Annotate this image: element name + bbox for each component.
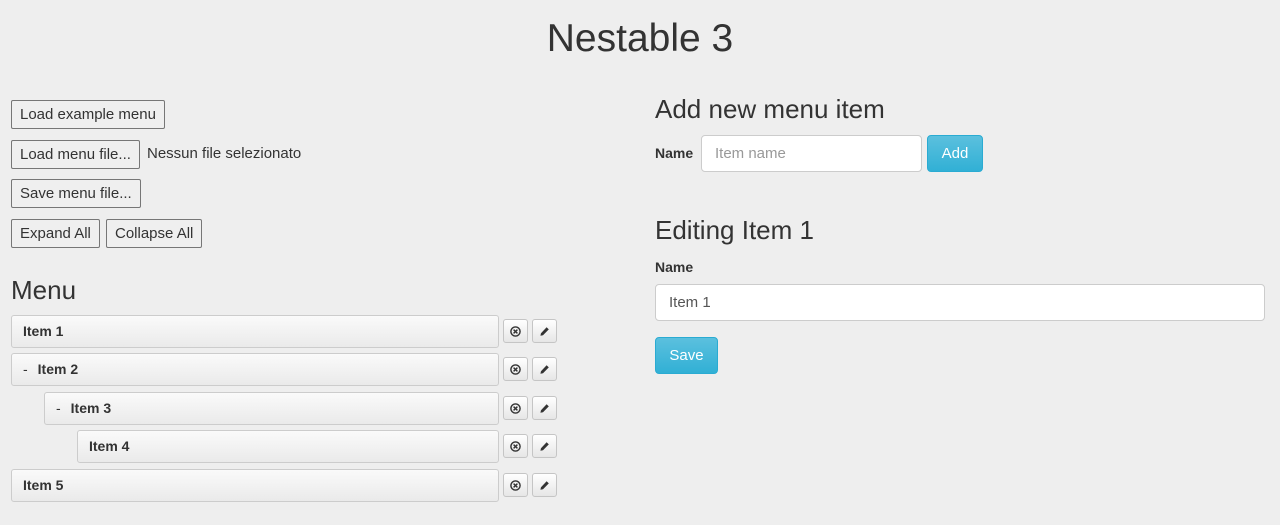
menu-item-label: Item 5 <box>23 477 64 493</box>
menu-item-label: Item 1 <box>23 323 64 339</box>
edit-item-button[interactable] <box>532 396 557 420</box>
page-title: Nestable 3 <box>546 17 734 60</box>
edit-item-button[interactable] <box>532 319 557 343</box>
edit-name-label: Name <box>655 259 694 275</box>
pencil-icon <box>539 326 550 337</box>
menu-item: Item 1 <box>0 315 560 348</box>
remove-circle-icon <box>510 363 521 375</box>
edit-item-button[interactable] <box>532 434 557 458</box>
edit-item-button[interactable] <box>532 357 557 381</box>
menu-item-handle[interactable]: - Item 2 <box>11 353 499 386</box>
add-item-heading: Add new menu item <box>655 94 885 124</box>
menu-item-handle[interactable]: Item 5 <box>11 469 499 502</box>
expand-all-button[interactable]: Expand All <box>11 219 100 248</box>
save-menu-file-button[interactable]: Save menu file... <box>11 179 141 208</box>
menu-item: - Item 2 <box>0 353 560 386</box>
remove-circle-icon <box>510 325 521 337</box>
remove-item-button[interactable] <box>503 319 528 343</box>
load-menu-file-button[interactable]: Load menu file... <box>11 140 140 169</box>
collapse-all-button[interactable]: Collapse All <box>106 219 203 248</box>
add-item-name-input[interactable] <box>701 135 922 172</box>
menu-item: - Item 3 <box>0 392 560 425</box>
pencil-icon <box>539 403 550 414</box>
remove-circle-icon <box>510 440 521 452</box>
add-item-button[interactable]: Add <box>927 135 983 172</box>
menu-item-label: Item 2 <box>37 361 79 377</box>
collapse-toggle[interactable]: - <box>23 361 28 377</box>
save-item-button[interactable]: Save <box>655 337 718 374</box>
menu-item-handle[interactable]: Item 1 <box>11 315 499 348</box>
menu-item-handle[interactable]: - Item 3 <box>44 392 499 425</box>
remove-item-button[interactable] <box>503 396 528 420</box>
pencil-icon <box>539 480 550 491</box>
menu-item-label: Item 4 <box>89 438 130 454</box>
pencil-icon <box>539 441 550 452</box>
remove-item-button[interactable] <box>503 434 528 458</box>
remove-item-button[interactable] <box>503 473 528 497</box>
edit-item-button[interactable] <box>532 473 557 497</box>
remove-circle-icon <box>510 479 521 491</box>
edit-item-name-input[interactable] <box>655 284 1265 321</box>
remove-item-button[interactable] <box>503 357 528 381</box>
menu-item: Item 5 <box>0 469 560 502</box>
add-name-label: Name <box>655 145 694 161</box>
file-status-text: Nessun file selezionato <box>147 145 302 162</box>
menu-item-handle[interactable]: Item 4 <box>77 430 499 463</box>
pencil-icon <box>539 364 550 375</box>
remove-circle-icon <box>510 402 521 414</box>
page: Nestable 3 Load example menu Load menu f… <box>0 0 1280 525</box>
menu-heading: Menu <box>11 275 77 305</box>
editing-heading: Editing Item 1 <box>655 215 814 245</box>
menu-item: Item 4 <box>0 430 560 463</box>
collapse-toggle[interactable]: - <box>56 400 61 416</box>
menu-item-label: Item 3 <box>70 400 112 416</box>
load-example-menu-button[interactable]: Load example menu <box>11 100 165 129</box>
